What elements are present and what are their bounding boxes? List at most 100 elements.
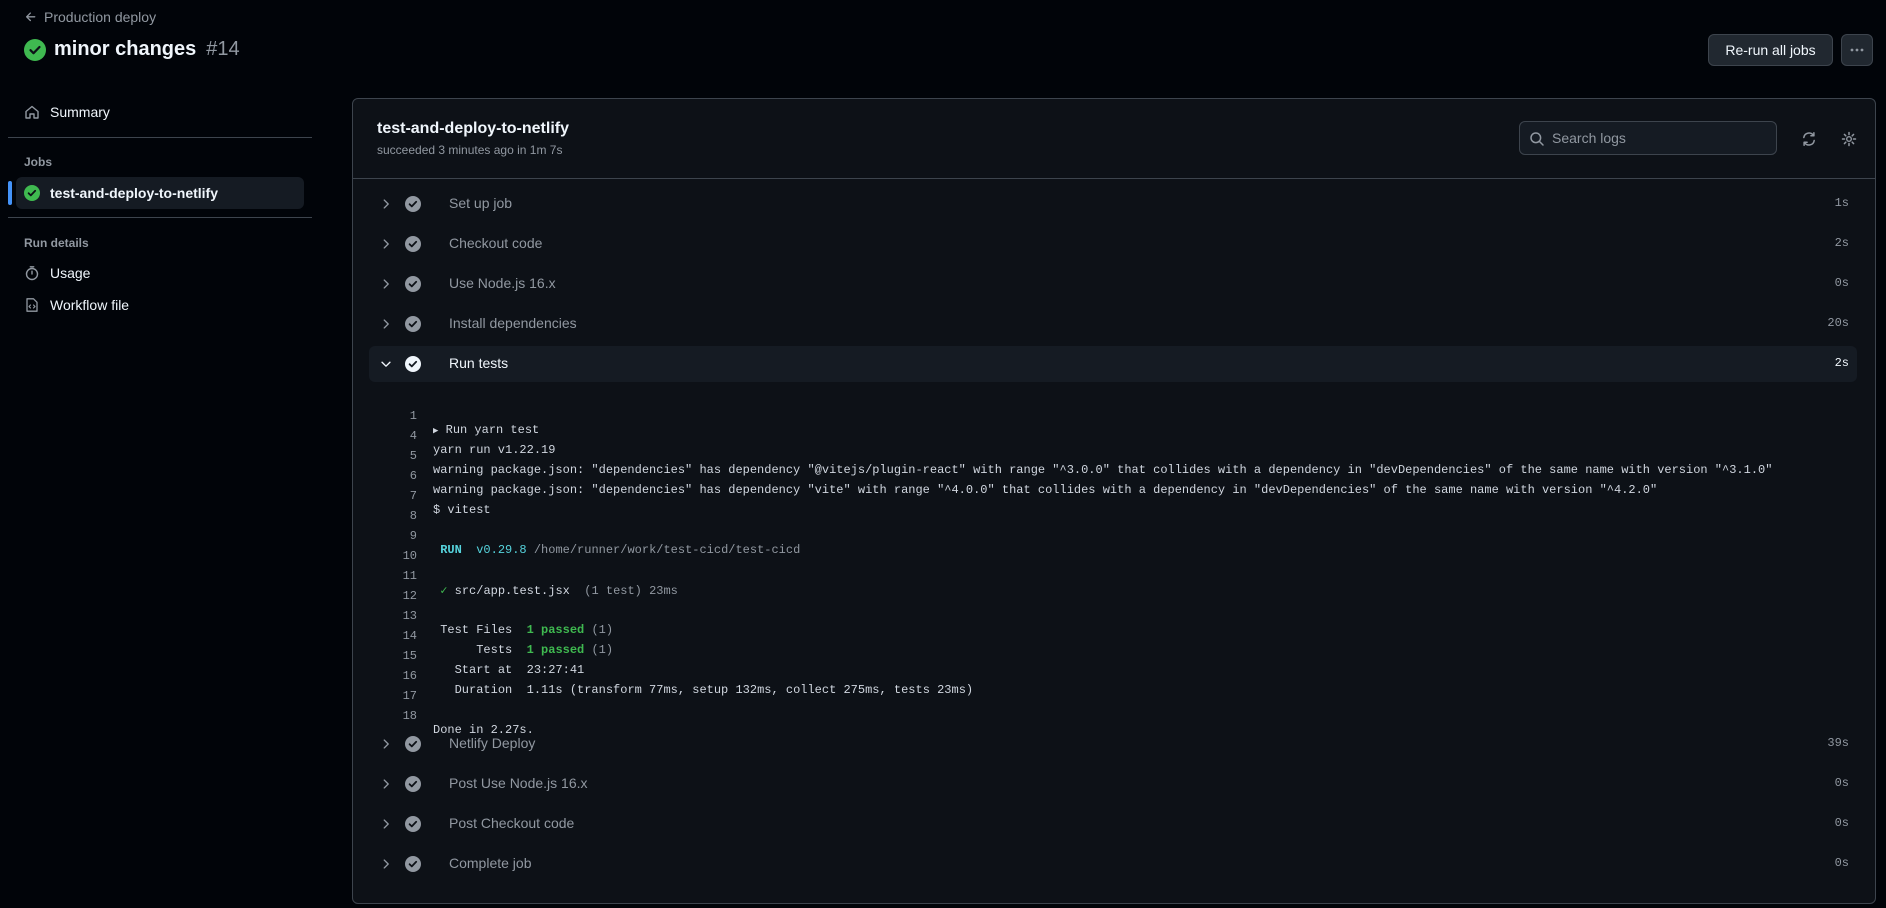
- log-line[interactable]: 14 Tests 1 passed (1): [369, 615, 1857, 657]
- sidebar-item-label: Usage: [50, 265, 91, 281]
- run-title-row: minor changes #14: [24, 38, 240, 61]
- step-run-tests[interactable]: Run tests 2s: [369, 346, 1857, 382]
- step-success-icon: [405, 816, 421, 832]
- sync-icon: [1801, 131, 1817, 147]
- sidebar-item-label: test-and-deploy-to-netlify: [50, 185, 218, 201]
- step-success-icon: [405, 196, 421, 212]
- step-post-use-node[interactable]: Post Use Node.js 16.x 0s: [369, 766, 1857, 802]
- step-label: Post Use Node.js 16.x: [449, 775, 588, 791]
- sidebar-divider: [8, 217, 312, 218]
- sidebar-item-label: Summary: [50, 104, 110, 120]
- step-use-node[interactable]: Use Node.js 16.x 0s: [369, 266, 1857, 302]
- chevron-right-icon: [379, 277, 393, 291]
- job-status: succeeded 3 minutes ago in 1m 7s: [377, 143, 563, 157]
- log-line[interactable]: 5 warning package.json: "dependencies" h…: [369, 435, 1857, 477]
- job-name: test-and-deploy-to-netlify: [377, 120, 569, 137]
- log-line[interactable]: 6 warning package.json: "dependencies" h…: [369, 455, 1857, 497]
- back-to-workflow-link[interactable]: Production deploy: [24, 9, 156, 25]
- chevron-down-icon: [379, 357, 393, 371]
- log-line[interactable]: 7 $ vitest: [369, 475, 1857, 517]
- step-success-icon: [405, 316, 421, 332]
- step-label: Install dependencies: [449, 315, 577, 331]
- kebab-horizontal-icon: [1849, 42, 1865, 58]
- stopwatch-icon: [24, 265, 40, 281]
- step-checkout-code[interactable]: Checkout code 2s: [369, 226, 1857, 262]
- run-details-heading: Run details: [24, 236, 89, 250]
- step-netlify-deploy[interactable]: Netlify Deploy 39s: [369, 726, 1857, 762]
- step-duration: 0s: [1834, 816, 1849, 830]
- chevron-right-icon: [379, 857, 393, 871]
- step-duration: 1s: [1834, 196, 1849, 210]
- chevron-right-icon: [379, 317, 393, 331]
- step-duration: 0s: [1834, 276, 1849, 290]
- log-line[interactable]: 13 Test Files 1 passed (1): [369, 595, 1857, 637]
- success-check-icon: [24, 38, 46, 61]
- step-label: Run tests: [449, 355, 509, 371]
- rerun-all-jobs-button[interactable]: Re-run all jobs: [1708, 34, 1833, 66]
- step-success-icon: [405, 736, 421, 752]
- run-title: minor changes: [54, 38, 197, 60]
- arrow-left-icon: [24, 10, 38, 24]
- step-label: Set up job: [449, 195, 513, 211]
- refresh-button[interactable]: [1797, 127, 1821, 151]
- step-duration: 2s: [1834, 356, 1849, 370]
- active-indicator: [8, 181, 12, 205]
- sidebar-item-job[interactable]: test-and-deploy-to-netlify: [16, 177, 304, 209]
- log-line[interactable]: 12: [369, 575, 1857, 603]
- job-log-panel: test-and-deploy-to-netlify succeeded 3 m…: [352, 98, 1876, 904]
- more-options-button[interactable]: [1841, 34, 1873, 66]
- home-icon: [24, 104, 40, 120]
- sidebar-divider: [8, 137, 312, 138]
- job-header: test-and-deploy-to-netlify succeeded 3 m…: [353, 99, 1875, 179]
- step-label: Netlify Deploy: [449, 735, 536, 751]
- log-line[interactable]: 15 Start at 23:27:41: [369, 635, 1857, 677]
- chevron-right-icon: [379, 237, 393, 251]
- line-number: 18: [402, 709, 417, 723]
- step-label: Complete job: [449, 855, 532, 871]
- step-duration: 39s: [1827, 736, 1849, 750]
- step-set-up-job[interactable]: Set up job 1s: [369, 186, 1857, 222]
- back-link-label: Production deploy: [44, 9, 157, 25]
- search-logs-input[interactable]: [1552, 130, 1762, 146]
- sidebar-item-usage[interactable]: Usage: [16, 257, 304, 289]
- run-header: Production deploy minor changes #14 Re-r…: [0, 0, 1886, 72]
- log-line[interactable]: 4 yarn run v1.22.19: [369, 415, 1857, 457]
- step-complete-job[interactable]: Complete job 0s: [369, 846, 1857, 882]
- log-line[interactable]: 9 RUN v0.29.8 /home/runner/work/test-cic…: [369, 515, 1857, 557]
- chevron-right-icon: [379, 817, 393, 831]
- step-post-checkout-code[interactable]: Post Checkout code 0s: [369, 806, 1857, 842]
- file-code-icon: [24, 297, 40, 313]
- log-line[interactable]: 10: [369, 535, 1857, 563]
- gear-icon: [1841, 131, 1857, 147]
- search-logs-box: [1519, 121, 1777, 155]
- step-label: Checkout code: [449, 235, 543, 251]
- step-success-icon: [405, 236, 421, 252]
- sidebar-item-summary[interactable]: Summary: [16, 96, 304, 128]
- step-label: Use Node.js 16.x: [449, 275, 556, 291]
- search-icon: [1529, 131, 1545, 147]
- step-success-icon: [405, 276, 421, 292]
- log-line[interactable]: 16 Duration 1.11s (transform 77ms, setup…: [369, 655, 1857, 697]
- jobs-heading: Jobs: [24, 155, 53, 169]
- step-install-dependencies[interactable]: Install dependencies 20s: [369, 306, 1857, 342]
- step-duration: 2s: [1834, 236, 1849, 250]
- log-line[interactable]: 1 ▶ Run yarn test: [369, 395, 1857, 437]
- log-line[interactable]: 17: [369, 675, 1857, 703]
- log-line[interactable]: 18 Done in 2.27s.: [369, 695, 1857, 737]
- step-duration: 0s: [1834, 856, 1849, 870]
- chevron-right-icon: [379, 737, 393, 751]
- step-success-icon: [405, 776, 421, 792]
- step-success-icon: [405, 356, 421, 372]
- log-line[interactable]: 8: [369, 495, 1857, 523]
- sidebar-item-label: Workflow file: [50, 297, 130, 313]
- chevron-right-icon: [379, 777, 393, 791]
- log-line[interactable]: 11 ✓ src/app.test.jsx (1 test) 23ms: [369, 555, 1857, 598]
- step-success-icon: [405, 856, 421, 872]
- step-duration: 0s: [1834, 776, 1849, 790]
- chevron-right-icon: [379, 197, 393, 211]
- success-check-icon: [24, 185, 40, 201]
- sidebar-item-workflow-file[interactable]: Workflow file: [16, 289, 304, 321]
- step-label: Post Checkout code: [449, 815, 575, 831]
- settings-button[interactable]: [1837, 127, 1861, 151]
- step-duration: 20s: [1827, 316, 1849, 330]
